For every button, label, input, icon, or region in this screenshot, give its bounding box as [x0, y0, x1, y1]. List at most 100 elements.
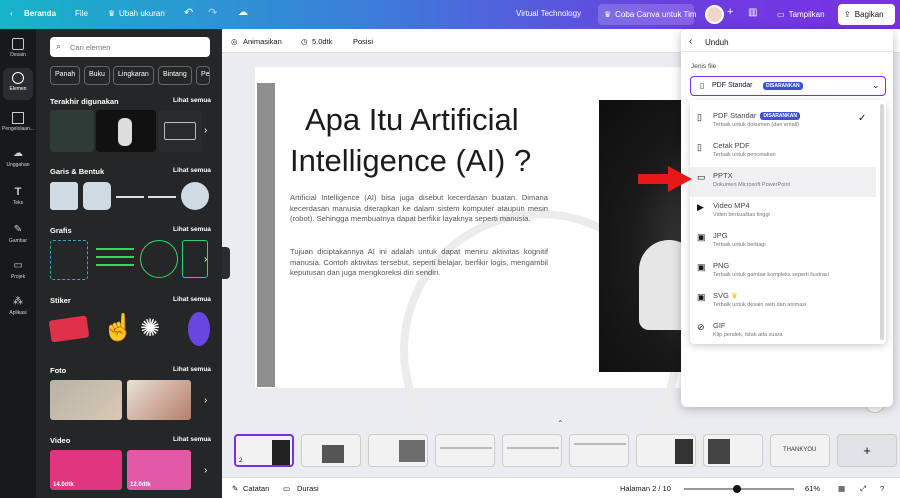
resize-button[interactable]: Ubah ukuran — [119, 9, 165, 18]
notes-icon[interactable]: ✎ — [232, 484, 238, 493]
search-input[interactable]: ⌕ Cari elemen — [50, 37, 210, 57]
rail-projects[interactable]: ▭ Projek — [0, 260, 36, 280]
chip-bintang[interactable]: Bintang — [158, 66, 192, 85]
presentation-icon: ▭ — [697, 172, 706, 182]
option-pdf-standard[interactable]: ▯ PDF Standar DISARANKAN Terbaik untuk do… — [690, 107, 876, 137]
avatar[interactable] — [705, 5, 724, 24]
analytics-icon[interactable]: ▥ — [748, 7, 757, 18]
graphic-circuit[interactable] — [50, 240, 88, 280]
see-all-link[interactable]: Lihat semua — [173, 436, 211, 443]
line-shape[interactable] — [116, 196, 144, 198]
graphic-brain[interactable] — [140, 240, 178, 278]
slide-paragraph[interactable]: Artificial Intelligence (AI) bisa juga d… — [290, 193, 548, 225]
square-shape[interactable] — [50, 182, 78, 210]
add-page-button[interactable]: + — [837, 434, 897, 467]
page-thumb[interactable] — [569, 434, 629, 467]
share-button[interactable]: ⇪ Bagikan — [838, 4, 895, 25]
file-type-select[interactable]: ▯ PDF Standar DISARANKAN ⌄ — [690, 76, 886, 96]
file-menu[interactable]: File — [75, 9, 88, 18]
option-pptx[interactable]: ▭ PPTX Dokumen Microsoft PowerPoint — [690, 167, 876, 197]
page-thumb[interactable] — [703, 434, 763, 467]
video-thumb[interactable]: 14.0dtk — [50, 450, 122, 490]
page-thumb[interactable] — [435, 434, 495, 467]
grid-view-icon[interactable]: ▦ — [838, 484, 845, 493]
circle-shape[interactable] — [181, 182, 209, 210]
duration-button[interactable]: 5.0dtk — [312, 37, 332, 46]
try-team-button[interactable]: ♛ Coba Canva untuk Tim — [598, 4, 697, 25]
timer-icon[interactable]: ▭ — [283, 484, 290, 493]
option-mp4[interactable]: ▶ Video MP4 Video berkualitas tinggi — [690, 197, 876, 227]
position-button[interactable]: Posisi — [353, 37, 373, 46]
rail-draw[interactable]: ✎ Gambar — [0, 224, 36, 244]
chip-lingkaran[interactable]: Lingkaran — [113, 66, 154, 85]
animate-icon[interactable]: ◎ — [231, 37, 238, 46]
chip-more[interactable]: Pe — [196, 66, 210, 85]
chevron-up-icon[interactable]: ⌃ — [557, 419, 564, 428]
page-indicator[interactable]: Halaman 2 / 10 — [620, 484, 671, 493]
see-all-link[interactable]: Lihat semua — [173, 296, 211, 303]
rail-upload[interactable]: ☁ Unggahan — [0, 148, 36, 168]
notes-button[interactable]: Catatan — [243, 484, 269, 493]
redo-icon[interactable]: ↷ — [208, 6, 217, 19]
back-chevron-icon[interactable]: ‹ — [10, 9, 13, 18]
collapse-panel-handle[interactable] — [222, 247, 230, 279]
back-chevron-icon[interactable]: ‹ — [689, 36, 692, 47]
video-thumb[interactable]: 12.0dtk — [127, 450, 191, 490]
animate-button[interactable]: Animasikan — [243, 37, 282, 46]
slide-title-line1[interactable]: Apa Itu Artificial — [305, 102, 535, 138]
document-title[interactable]: Virtual Technology — [516, 9, 581, 18]
fullscreen-icon[interactable]: ⤢ — [860, 484, 866, 494]
timer-icon: ◷ — [301, 37, 308, 46]
option-svg[interactable]: ▣ SVG ♛ Terbaik untuk desain web dan ani… — [690, 287, 876, 317]
page-thumb[interactable] — [636, 434, 696, 467]
see-all-link[interactable]: Lihat semua — [173, 97, 211, 104]
sticker-badge[interactable] — [188, 312, 210, 346]
zoom-level[interactable]: 61% — [805, 484, 820, 493]
see-all-link[interactable]: Lihat semua — [173, 167, 211, 174]
sticker-hand[interactable]: ☝ — [102, 312, 134, 343]
option-jpg[interactable]: ▣ JPG Terbaik untuk berbagi — [690, 227, 876, 257]
chevron-right-icon[interactable]: › — [204, 254, 207, 265]
rail-text[interactable]: T Teks — [0, 186, 36, 206]
page-thumb[interactable] — [502, 434, 562, 467]
recent-robot-thumb[interactable] — [96, 110, 156, 152]
see-all-link[interactable]: Lihat semua — [173, 226, 211, 233]
crown-icon: ♛ — [730, 291, 738, 300]
chip-panah[interactable]: Panah — [50, 66, 81, 85]
slide-paragraph[interactable]: Tujuan diciptakannya AI ini adalah untuk… — [290, 247, 548, 279]
arrow-line-shape[interactable] — [148, 196, 176, 198]
zoom-slider-handle[interactable] — [733, 485, 741, 493]
recent-circuit-thumb[interactable] — [50, 110, 94, 152]
section-title: Foto — [50, 366, 67, 375]
photo-thumb[interactable] — [50, 380, 122, 420]
rounded-square-shape[interactable] — [83, 182, 111, 210]
page-thumb[interactable] — [368, 434, 428, 467]
chip-buku[interactable]: Buku — [84, 66, 110, 85]
chevron-right-icon[interactable]: › — [204, 465, 207, 476]
recent-laptop-thumb[interactable] — [158, 110, 202, 152]
page-thumb[interactable]: THANKYOU — [770, 434, 830, 467]
rail-elements[interactable]: Elemen — [3, 68, 33, 100]
sticker-burst[interactable]: ✺ — [140, 314, 160, 343]
add-person-icon[interactable]: + — [727, 6, 733, 18]
option-png[interactable]: ▣ PNG Terbaik untuk gambar kompleks sepe… — [690, 257, 876, 287]
list-scrollbar[interactable] — [880, 104, 884, 340]
help-icon[interactable]: ? — [880, 484, 884, 493]
duration-button[interactable]: Durasi — [297, 484, 319, 493]
option-gif[interactable]: ⊘ GIF Klip pendek, tidak ada suara — [690, 317, 876, 347]
option-print-pdf[interactable]: ▯ Cetak PDF Terbaik untuk pencetakan — [690, 137, 876, 167]
see-all-link[interactable]: Lihat semua — [173, 366, 211, 373]
rail-design[interactable]: Desain — [0, 38, 36, 58]
graphic-lines[interactable] — [96, 242, 134, 274]
rail-brand[interactable]: Pengelolaan... — [0, 112, 36, 132]
home-button[interactable]: Beranda — [24, 9, 56, 18]
slide-title-line2[interactable]: Intelligence (AI) ? — [290, 143, 560, 179]
chevron-right-icon[interactable]: › — [204, 395, 207, 406]
page-thumb[interactable] — [301, 434, 361, 467]
photo-thumb[interactable] — [127, 380, 191, 420]
present-button[interactable]: ▭ Tampilkan — [771, 4, 833, 25]
page-thumb[interactable]: 2 — [234, 434, 294, 467]
undo-icon[interactable]: ↶ — [184, 6, 193, 19]
chevron-right-icon[interactable]: › — [204, 125, 207, 136]
rail-apps[interactable]: ⁂ Aplikasi — [0, 296, 36, 316]
